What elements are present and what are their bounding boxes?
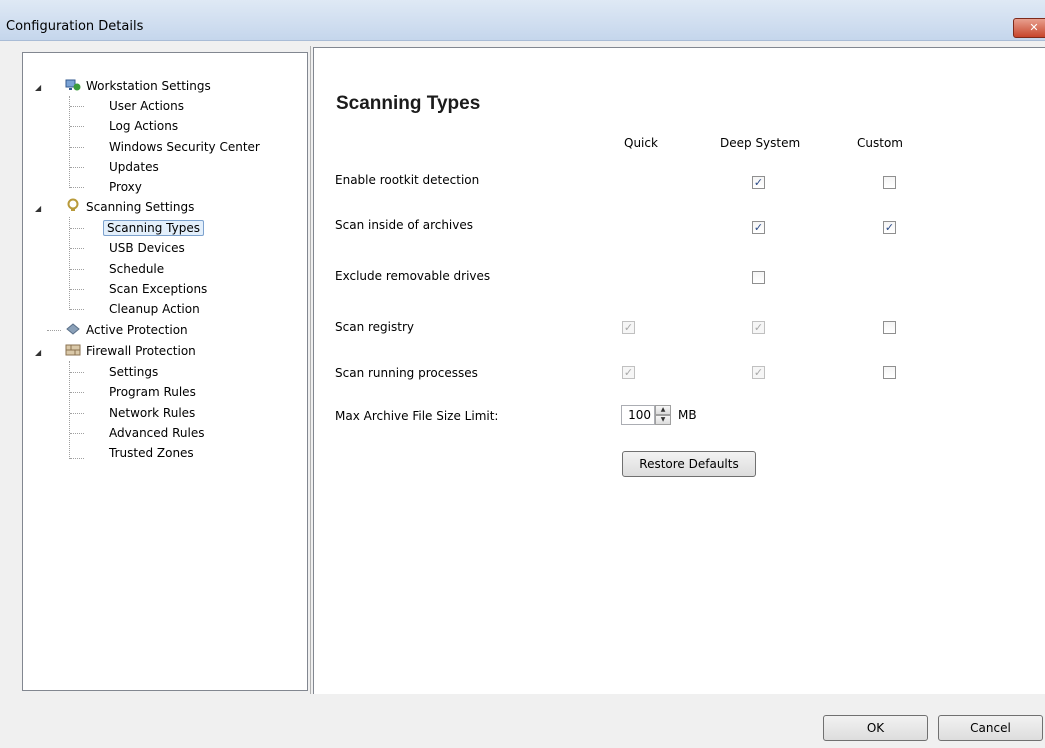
configuration-details-window: Configuration Details ✕ ◢ Workstation Se… <box>0 0 1045 748</box>
archive-limit-label: Max Archive File Size Limit: <box>335 409 499 423</box>
rootkit-deep-checkbox[interactable]: ✓ <box>752 176 765 189</box>
dialog-footer: OK Cancel <box>0 694 1045 748</box>
tree-connector <box>69 361 70 459</box>
row-label-processes: Scan running processes <box>335 366 478 380</box>
processes-deep-checkbox[interactable]: ✓ <box>752 366 765 379</box>
tree-group-active-protection[interactable]: Active Protection <box>83 321 191 339</box>
row-label-removable: Exclude removable drives <box>335 269 491 283</box>
title-bar: Configuration Details ✕ <box>0 0 1045 41</box>
tree-item-updates[interactable]: Updates <box>106 158 162 176</box>
tree-connector <box>70 228 84 229</box>
tree-item-settings[interactable]: Settings <box>106 363 161 381</box>
tree-connector <box>70 458 84 459</box>
tree-connector <box>70 413 84 414</box>
tree-connector <box>70 289 84 290</box>
workstation-settings-icon <box>65 79 81 91</box>
page-title: Scanning Types <box>336 93 481 114</box>
tree-item-trusted-zones[interactable]: Trusted Zones <box>106 444 197 462</box>
tree-group-firewall-protection[interactable]: Firewall Protection <box>83 342 199 360</box>
tree-item-user-actions[interactable]: User Actions <box>106 97 187 115</box>
tree-connector <box>47 330 61 331</box>
tree-connector <box>70 433 84 434</box>
tree-item-network-rules[interactable]: Network Rules <box>106 404 198 422</box>
firewall-icon <box>65 344 81 356</box>
tree-connector <box>70 269 84 270</box>
tree-item-program-rules[interactable]: Program Rules <box>106 383 199 401</box>
row-label-rootkit: Enable rootkit detection <box>335 173 480 187</box>
ok-button[interactable]: OK <box>823 715 928 741</box>
collapse-arrow-icon[interactable]: ◢ <box>35 204 41 213</box>
registry-quick-checkbox[interactable]: ✓ <box>622 321 635 334</box>
tree-group-workstation-settings[interactable]: Workstation Settings <box>83 77 214 95</box>
settings-tree: ◢ Workstation Settings User Actions Log … <box>22 52 308 691</box>
cancel-button[interactable]: Cancel <box>938 715 1043 741</box>
column-header-quick: Quick <box>624 136 658 150</box>
archive-size-input[interactable]: 100 <box>621 405 655 425</box>
spin-down-icon[interactable]: ▼ <box>655 415 671 425</box>
tree-connector <box>69 96 70 188</box>
tree-item-schedule[interactable]: Schedule <box>106 260 167 278</box>
column-header-custom: Custom <box>857 136 903 150</box>
spin-up-icon[interactable]: ▲ <box>655 405 671 415</box>
scanning-types-panel: Scanning Types Quick Deep System Custom … <box>313 47 1045 696</box>
rootkit-custom-checkbox[interactable] <box>883 176 896 189</box>
tree-group-scanning-settings[interactable]: Scanning Settings <box>83 198 197 216</box>
registry-custom-checkbox[interactable] <box>883 321 896 334</box>
tree-item-advanced-rules[interactable]: Advanced Rules <box>106 424 207 442</box>
row-label-registry: Scan registry <box>335 320 414 334</box>
tree-connector <box>70 309 84 310</box>
tree-connector <box>69 217 70 310</box>
tree-connector <box>70 126 84 127</box>
archives-deep-checkbox[interactable]: ✓ <box>752 221 765 234</box>
tree-item-log-actions[interactable]: Log Actions <box>106 117 181 135</box>
tree-item-scanning-types[interactable]: Scanning Types <box>103 219 204 237</box>
tree-item-usb-devices[interactable]: USB Devices <box>106 239 188 257</box>
tree-connector <box>70 248 84 249</box>
scanning-settings-icon <box>67 198 79 211</box>
archive-size-unit: MB <box>678 408 697 422</box>
registry-deep-checkbox[interactable]: ✓ <box>752 321 765 334</box>
restore-defaults-button[interactable]: Restore Defaults <box>622 451 756 477</box>
row-label-archives: Scan inside of archives <box>335 218 474 232</box>
collapse-arrow-icon[interactable]: ◢ <box>35 348 41 357</box>
close-button[interactable]: ✕ <box>1013 18 1045 38</box>
tree-connector <box>70 187 84 188</box>
archives-custom-checkbox[interactable]: ✓ <box>883 221 896 234</box>
archive-size-spinner: ▲ ▼ <box>655 405 671 425</box>
tree-item-cleanup-action[interactable]: Cleanup Action <box>106 300 203 318</box>
processes-custom-checkbox[interactable] <box>883 366 896 379</box>
tree-connector <box>70 106 84 107</box>
tree-connector <box>70 372 84 373</box>
tree-item-windows-security-center[interactable]: Windows Security Center <box>106 138 263 156</box>
tree-connector <box>70 147 84 148</box>
window-title: Configuration Details <box>6 19 144 34</box>
tree-item-proxy[interactable]: Proxy <box>106 178 145 196</box>
removable-deep-checkbox[interactable] <box>752 271 765 284</box>
column-header-deep-system: Deep System <box>720 136 801 150</box>
processes-quick-checkbox[interactable]: ✓ <box>622 366 635 379</box>
active-protection-icon <box>66 323 80 335</box>
tree-connector <box>70 392 84 393</box>
tree-connector <box>70 167 84 168</box>
tree-item-scan-exceptions[interactable]: Scan Exceptions <box>106 280 210 298</box>
collapse-arrow-icon[interactable]: ◢ <box>35 83 41 92</box>
